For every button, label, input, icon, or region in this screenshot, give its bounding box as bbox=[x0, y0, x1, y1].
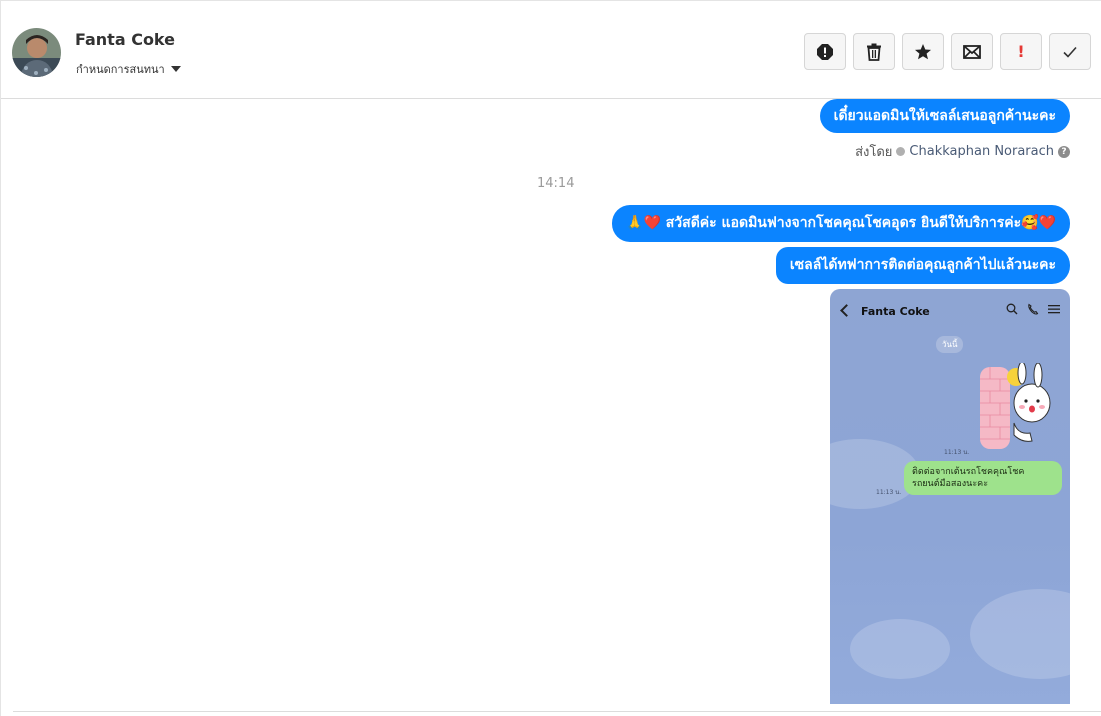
report-spam-button[interactable] bbox=[804, 33, 846, 70]
contact-name: Fanta Coke bbox=[75, 30, 175, 49]
sticker-image bbox=[980, 363, 1051, 449]
alert-circle-icon bbox=[817, 43, 833, 60]
conversation-panel: Fanta Coke กำหนดการสนทนา ! เดี๋ยวแอดมินใ… bbox=[0, 0, 1101, 716]
delete-button[interactable] bbox=[853, 33, 895, 70]
attachment-header-icons bbox=[1006, 303, 1060, 315]
contact-avatar[interactable] bbox=[12, 28, 61, 77]
phone-icon bbox=[1028, 303, 1039, 315]
verified-icon bbox=[896, 147, 906, 156]
agent-name: Chakkaphan Norarach bbox=[909, 144, 1054, 159]
exclamation-icon: ! bbox=[1017, 42, 1025, 61]
conversation-toolbar: ! bbox=[804, 33, 1091, 70]
attachment-chat-header: Fanta Coke bbox=[830, 289, 1070, 333]
attachment-time: 11:13 น. bbox=[876, 489, 902, 496]
mark-done-button[interactable] bbox=[1049, 33, 1091, 70]
sent-by-info: ส่งโดย Chakkaphan Norarach ? bbox=[855, 141, 1070, 162]
search-icon bbox=[1006, 303, 1018, 315]
menu-icon bbox=[1048, 305, 1060, 314]
message-timestamp: 14:14 bbox=[537, 176, 575, 191]
message-bubble[interactable]: เดี๋ยวแอดมินให้เซลล์เสนอลูกค้านะคะ bbox=[819, 99, 1070, 133]
attachment-time: 11:13 น. bbox=[944, 449, 970, 456]
message-list[interactable]: เดี๋ยวแอดมินให้เซลล์เสนอลูกค้านะคะ ส่งโด… bbox=[1, 99, 1101, 711]
attachment-message-bubble: ติดต่อจากเต้นรถโชคคุณโชค รถยนต์มือสองนะค… bbox=[904, 461, 1062, 495]
sent-by-label: ส่งโดย bbox=[855, 145, 893, 160]
composer-divider bbox=[13, 711, 1101, 712]
conversation-settings-dropdown[interactable]: กำหนดการสนทนา bbox=[76, 60, 181, 78]
star-icon bbox=[915, 43, 931, 59]
attachment-day-label: วันนี้ bbox=[936, 336, 964, 353]
envelope-icon bbox=[963, 44, 981, 59]
message-bubble[interactable]: เซลล์ได้ทฟาการติดต่อคุณลูกค้าไปแล้วนะคะ bbox=[775, 247, 1070, 284]
mark-important-button[interactable]: ! bbox=[1000, 33, 1042, 70]
trash-icon bbox=[867, 43, 881, 61]
caret-down-icon bbox=[170, 66, 181, 72]
conversation-settings-label: กำหนดการสนทนา bbox=[76, 63, 165, 76]
help-icon[interactable]: ? bbox=[1058, 145, 1070, 158]
image-attachment[interactable]: Fanta Coke วันนี้ 11:13 น. 11:13 น. ติดต… bbox=[830, 289, 1070, 704]
star-button[interactable] bbox=[902, 33, 944, 70]
back-arrow-icon bbox=[840, 304, 853, 317]
mark-unread-button[interactable] bbox=[951, 33, 993, 70]
conversation-header: Fanta Coke กำหนดการสนทนา ! bbox=[1, 3, 1101, 99]
attachment-chat-name: Fanta Coke bbox=[861, 305, 930, 318]
checkmark-icon bbox=[1063, 46, 1077, 58]
message-bubble[interactable]: 🙏❤️ สวัสดีค่ะ แอดมินฟางจากโชคคุณโชคอุดร … bbox=[612, 205, 1070, 242]
